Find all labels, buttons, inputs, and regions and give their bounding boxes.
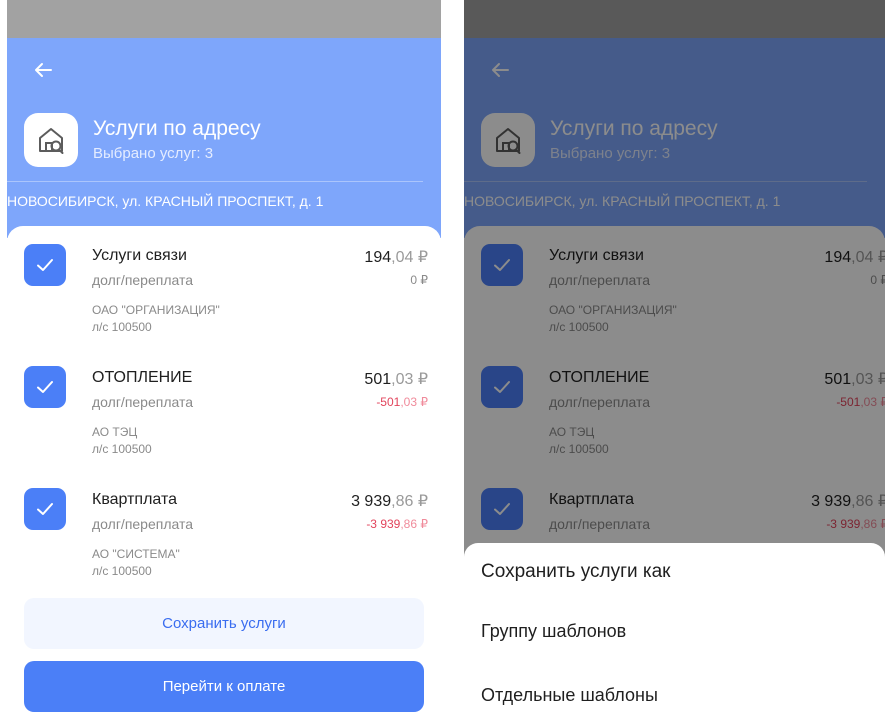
service-account: л/с 100500	[92, 320, 152, 334]
checkmark-icon	[37, 503, 53, 515]
debt-label: долг/переплата	[92, 394, 194, 410]
debt-label: долг/переплата	[92, 516, 194, 532]
go-to-payment-button[interactable]: Перейти к оплате	[24, 661, 424, 712]
save-as-action-sheet: Сохранить услуги как Группу шаблонов Отд…	[464, 543, 885, 724]
amount-integer: 194	[364, 249, 392, 266]
amount-integer: 3 939	[351, 493, 392, 510]
option-template-group[interactable]: Группу шаблонов	[464, 603, 885, 659]
action-sheet-title: Сохранить услуги как	[481, 561, 671, 582]
selected-count: Выбрано услуг: 3	[93, 145, 214, 162]
amount-fraction: ,86 ₽	[391, 493, 428, 510]
debt-integer: -3 939	[366, 517, 401, 531]
service-org: ОАО "ОРГАНИЗАЦИЯ"	[92, 303, 220, 317]
service-item[interactable]: Квартплата долг/переплата АО "СИСТЕМА" л…	[7, 470, 441, 588]
checkmark-icon	[37, 381, 53, 393]
service-amount: 3 939,86 ₽	[351, 491, 428, 511]
services-sheet: Услуги связи долг/переплата ОАО "ОРГАНИЗ…	[7, 226, 441, 724]
screen-services: Услуги по адресу Выбрано услуг: 3 НОВОСИ…	[7, 0, 441, 724]
header-divider	[7, 181, 423, 182]
service-item[interactable]: ОТОПЛЕНИЕ долг/переплата АО ТЭЦ л/с 1005…	[7, 348, 441, 466]
service-org: АО "СИСТЕМА"	[92, 547, 180, 561]
service-checkbox[interactable]	[24, 488, 66, 530]
service-account: л/с 100500	[92, 442, 152, 456]
service-account: л/с 100500	[92, 564, 152, 578]
screen-save-dialog: Услуги по адресу Выбрано услуг: 3 НОВОСИ…	[464, 0, 885, 724]
checkmark-icon	[37, 259, 53, 271]
address-label: НОВОСИБИРСК, ул. КРАСНЫЙ ПРОСПЕКТ, д. 1	[7, 193, 324, 209]
service-item[interactable]: Услуги связи долг/переплата ОАО "ОРГАНИЗ…	[7, 226, 441, 344]
service-amount: 194,04 ₽	[364, 247, 428, 267]
debt-integer: -501	[376, 395, 401, 409]
amount-fraction: ,03 ₽	[391, 371, 428, 388]
app-icon	[24, 113, 78, 167]
service-name: Квартплата	[92, 491, 178, 508]
status-bar	[7, 0, 441, 38]
save-services-button[interactable]: Сохранить услуги	[24, 598, 424, 649]
service-debt: -501,03 ₽	[376, 395, 428, 409]
option-separate-templates[interactable]: Отдельные шаблоны	[464, 667, 885, 723]
amount-integer: 501	[364, 371, 392, 388]
service-checkbox[interactable]	[24, 244, 66, 286]
service-debt: 0 ₽	[410, 273, 428, 287]
back-button[interactable]	[31, 58, 55, 82]
service-amount: 501,03 ₽	[364, 369, 428, 389]
service-name: ОТОПЛЕНИЕ	[92, 369, 193, 386]
debt-fraction: ,86 ₽	[400, 517, 428, 531]
service-checkbox[interactable]	[24, 366, 66, 408]
amount-fraction: ,04 ₽	[391, 249, 428, 266]
service-debt: -3 939,86 ₽	[366, 517, 428, 531]
arrow-left-icon	[35, 63, 52, 77]
debt-fraction: ,03 ₽	[400, 395, 428, 409]
debt-label: долг/переплата	[92, 272, 194, 288]
house-search-icon	[39, 128, 64, 154]
service-org: АО ТЭЦ	[92, 425, 138, 439]
service-name: Услуги связи	[92, 247, 187, 264]
page-title: Услуги по адресу	[93, 117, 261, 140]
